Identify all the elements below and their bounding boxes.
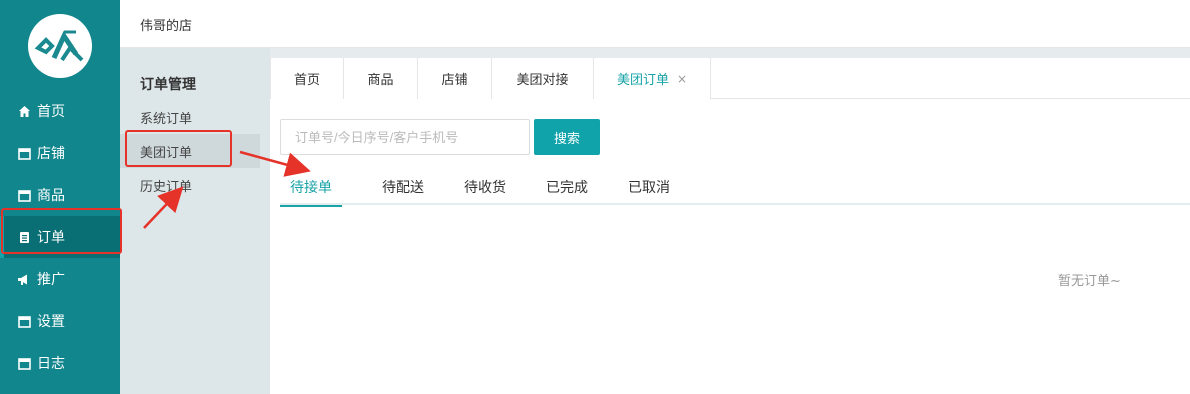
- status-tab-completed[interactable]: 已完成: [536, 168, 598, 205]
- shop-name: 伟哥的店: [140, 19, 193, 34]
- sidebar-item-home[interactable]: 首页: [0, 90, 120, 132]
- sidebar-item-label: 日志: [37, 356, 65, 372]
- tab-meituan-integration[interactable]: 美团对接: [492, 58, 594, 99]
- annotation-box-meituan-orders: [125, 130, 232, 167]
- search-input[interactable]: [280, 119, 530, 155]
- sidebar-item-store[interactable]: 店铺: [0, 132, 120, 174]
- status-tab-pending-accept[interactable]: 待接单: [280, 168, 342, 207]
- main-sidebar: 首页 店铺 商品 订单 推广 设置 日志: [0, 0, 120, 394]
- tab-label: 美团订单: [616, 73, 669, 88]
- store-icon: [17, 146, 31, 160]
- empty-state-text: 暂无订单~: [1058, 274, 1121, 289]
- tab-home[interactable]: 首页: [270, 58, 344, 99]
- goods-icon: [17, 188, 31, 202]
- subnav-item-system-orders[interactable]: 系统订单: [120, 100, 260, 134]
- megaphone-icon: [17, 272, 31, 286]
- sidebar-item-label: 设置: [37, 314, 65, 330]
- settings-icon: [17, 314, 31, 328]
- close-icon[interactable]: ×: [677, 72, 687, 86]
- sidebar-item-settings[interactable]: 设置: [0, 300, 120, 342]
- sidebar-item-label: 商品: [37, 188, 65, 204]
- status-tab-cancelled[interactable]: 已取消: [618, 168, 680, 205]
- sidebar-item-log[interactable]: 日志: [0, 342, 120, 384]
- top-bar: 伟哥的店: [120, 0, 1190, 48]
- order-status-tabs: 待接单 待配送 待收货 已完成 已取消: [280, 168, 1190, 207]
- tab-store[interactable]: 店铺: [418, 58, 492, 99]
- order-subnav: 订单管理 系统订单 美团订单 历史订单: [120, 48, 270, 394]
- sidebar-item-label: 店铺: [37, 146, 65, 162]
- tab-goods[interactable]: 商品: [344, 58, 418, 99]
- log-icon: [17, 356, 31, 370]
- main-content: 首页 商品 店铺 美团对接 美团订单 × 搜索 待接单 待配送 待收货 已完成 …: [270, 48, 1190, 394]
- content-top-gap: [270, 48, 1190, 58]
- brand-logo-icon[interactable]: [28, 14, 92, 78]
- status-tab-pending-delivery[interactable]: 待配送: [372, 168, 434, 205]
- subnav-item-history-orders[interactable]: 历史订单: [120, 168, 260, 202]
- status-tab-pending-receipt[interactable]: 待收货: [454, 168, 516, 205]
- sidebar-item-label: 首页: [37, 104, 65, 120]
- page-tabs: 首页 商品 店铺 美团对接 美团订单 ×: [270, 58, 1190, 100]
- home-icon: [17, 104, 31, 118]
- subnav-group-title: 订单管理: [140, 77, 196, 93]
- tab-meituan-orders[interactable]: 美团订单 ×: [594, 58, 711, 100]
- sidebar-item-promotion[interactable]: 推广: [0, 258, 120, 300]
- sidebar-item-label: 推广: [37, 272, 65, 288]
- search-button[interactable]: 搜索: [534, 119, 600, 155]
- annotation-box-orders: [1, 208, 122, 254]
